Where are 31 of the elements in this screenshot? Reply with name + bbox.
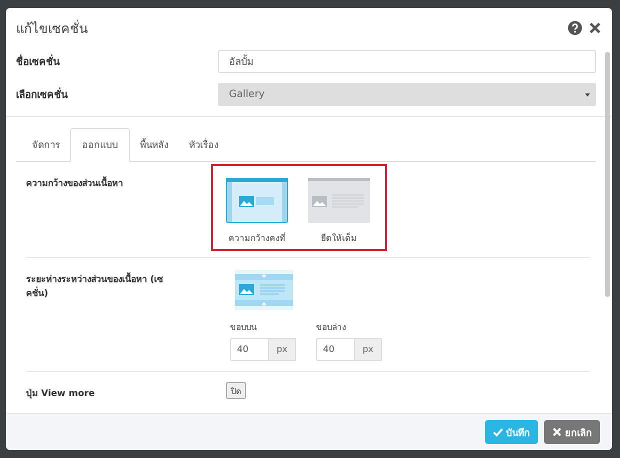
caret-icon — [585, 92, 590, 96]
toggle-switch[interactable]: ปิด — [226, 382, 246, 399]
row-label: ปุ่ม View more — [26, 388, 96, 401]
row-label: ระยะห่างระหว่างส่วนของเนื้อหา (เซคชั่น) — [26, 270, 181, 361]
field-label: ชื่อเซคชั่น — [16, 54, 218, 69]
field-label: เลือกเซคชั่น — [16, 87, 218, 102]
tab[interactable]: พื้นหลัง — [130, 128, 179, 162]
field-label: ขอบบน — [230, 322, 258, 334]
spacing-layout-icon — [235, 270, 293, 310]
fixed-width-layout-icon[interactable] — [226, 178, 288, 223]
help-icon[interactable] — [568, 21, 582, 35]
tab[interactable]: ออกแบบ — [70, 128, 130, 162]
unit-label: px — [354, 338, 382, 361]
field-label: ขอบล่าง — [316, 322, 347, 334]
close-icon[interactable] — [588, 21, 602, 35]
tab[interactable]: หัวเรื่อง — [179, 128, 229, 162]
margin-input-field[interactable]: 40 — [316, 338, 354, 361]
name-input-field[interactable]: อัลบั้ม — [218, 50, 596, 73]
tab[interactable]: จัดการ — [22, 128, 70, 162]
option-label: ยืดให้เต็ม — [321, 232, 357, 245]
scrollbar[interactable] — [605, 52, 610, 297]
cancel-button[interactable]: ยกเลิก — [544, 420, 600, 444]
checkmark-icon — [493, 427, 503, 437]
dialog-title: แก้ไขเซคชั่น — [16, 18, 88, 38]
cross-icon — [552, 427, 562, 437]
section-dropdown[interactable]: Gallery — [218, 83, 596, 106]
row-label: ความกว้างของส่วนเนื้อหา — [26, 174, 181, 247]
option-label: ความกว้างคงที่ — [228, 231, 286, 245]
full-width-layout-icon[interactable] — [308, 178, 370, 223]
unit-label: px — [268, 338, 296, 361]
margin-input-field[interactable]: 40 — [230, 338, 268, 361]
